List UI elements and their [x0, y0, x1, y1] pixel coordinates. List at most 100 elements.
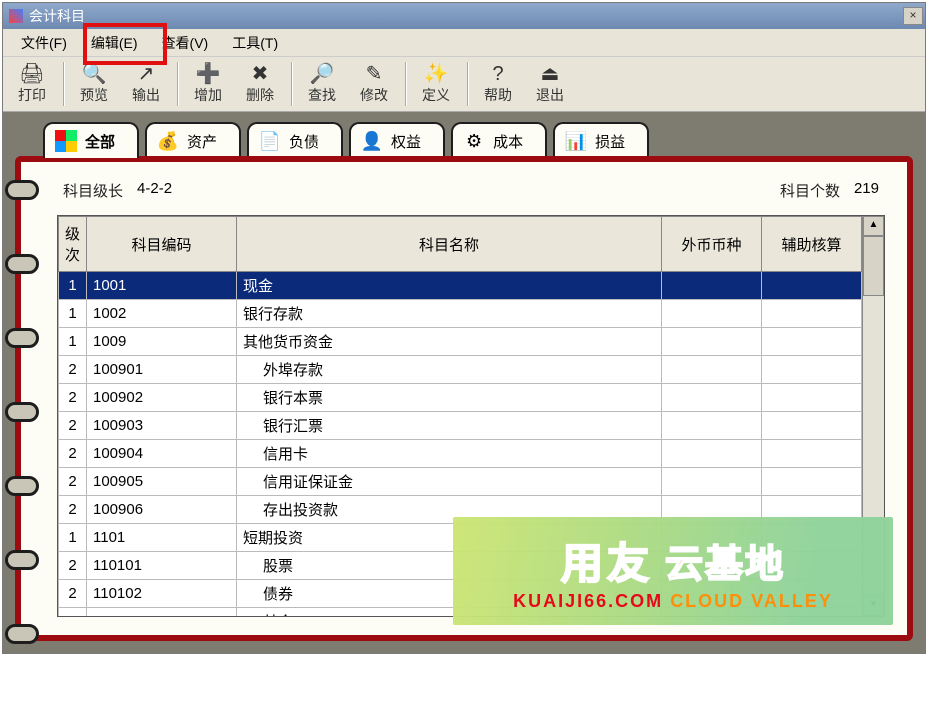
table-row[interactable]: 2100903银行汇票	[59, 412, 862, 440]
cell-code: 110103	[87, 608, 237, 617]
tab-asset[interactable]: 💰 资产	[145, 122, 241, 158]
cell-code: 1009	[87, 328, 237, 356]
add-label: 增加	[194, 85, 222, 105]
find-label: 查找	[308, 85, 336, 105]
table-row[interactable]: 2100901外埠存款	[59, 356, 862, 384]
count-value: 219	[854, 180, 879, 201]
tab-cost[interactable]: ⚙ 成本	[451, 122, 547, 158]
cell-code: 100901	[87, 356, 237, 384]
menu-view[interactable]: 查看(V)	[152, 31, 219, 55]
level-value: 4-2-2	[137, 180, 172, 201]
asset-icon: 💰	[157, 130, 179, 152]
info-row: 科目级长 4-2-2 科目个数 219	[57, 180, 885, 215]
tab-label: 权益	[391, 131, 421, 152]
cell-code: 1001	[87, 272, 237, 300]
col-currency[interactable]: 外币币种	[662, 217, 762, 272]
cell-level: 1	[59, 524, 87, 552]
binder-rings	[5, 180, 39, 644]
ring-icon	[5, 624, 39, 644]
table-row[interactable]: 11001现金	[59, 272, 862, 300]
cell-currency	[662, 468, 762, 496]
close-button[interactable]: ×	[903, 7, 923, 25]
cell-level: 1	[59, 272, 87, 300]
modify-button[interactable]: ✎修改	[349, 59, 399, 109]
scroll-up-button[interactable]: ▲	[863, 216, 884, 236]
tab-label: 负债	[289, 131, 319, 152]
content-area: 全部 💰 资产 📄 负债 👤 权益 ⚙ 成本 📊 损益	[3, 112, 925, 653]
tab-equity[interactable]: 👤 权益	[349, 122, 445, 158]
cell-name: 外埠存款	[237, 356, 662, 384]
tab-all[interactable]: 全部	[43, 122, 139, 158]
cell-currency	[662, 328, 762, 356]
cell-level: 2	[59, 608, 87, 617]
preview-label: 预览	[80, 85, 108, 105]
ring-icon	[5, 180, 39, 200]
cell-code: 100905	[87, 468, 237, 496]
table-row[interactable]: 2100902银行本票	[59, 384, 862, 412]
cell-code: 110102	[87, 580, 237, 608]
col-code[interactable]: 科目编码	[87, 217, 237, 272]
tab-label: 损益	[595, 131, 625, 152]
print-button[interactable]: 🖨打印	[7, 59, 57, 109]
cell-level: 1	[59, 300, 87, 328]
exit-button[interactable]: ⏏退出	[525, 59, 575, 109]
table-row[interactable]: 11009其他货币资金	[59, 328, 862, 356]
table-row[interactable]: 11002银行存款	[59, 300, 862, 328]
add-button[interactable]: ➕增加	[183, 59, 233, 109]
delete-label: 删除	[246, 85, 274, 105]
find-button[interactable]: 🔎查找	[297, 59, 347, 109]
menu-edit[interactable]: 编辑(E)	[81, 31, 148, 55]
table-row[interactable]: 2100904信用卡	[59, 440, 862, 468]
modify-label: 修改	[360, 85, 388, 105]
tab-label: 资产	[187, 131, 217, 152]
watermark-url: KUAIJI66.COM CLOUD VALLEY	[513, 591, 833, 612]
table-row[interactable]: 2100905信用证保证金	[59, 468, 862, 496]
define-label: 定义	[422, 85, 450, 105]
cell-currency	[662, 300, 762, 328]
scroll-thumb[interactable]	[863, 236, 884, 296]
cell-aux	[762, 468, 862, 496]
cell-aux	[762, 328, 862, 356]
cell-code: 100904	[87, 440, 237, 468]
toolbar-separator	[63, 62, 65, 106]
tab-pl[interactable]: 📊 损益	[553, 122, 649, 158]
help-button[interactable]: ?帮助	[473, 59, 523, 109]
ring-icon	[5, 476, 39, 496]
delete-button[interactable]: ✖删除	[235, 59, 285, 109]
watermark-brand: 用友	[561, 530, 653, 591]
cell-level: 2	[59, 356, 87, 384]
export-label: 输出	[132, 85, 160, 105]
col-level[interactable]: 级次	[59, 217, 87, 272]
preview-button[interactable]: 🔍预览	[69, 59, 119, 109]
cell-aux	[762, 356, 862, 384]
tab-all-icon	[55, 130, 77, 152]
cell-name: 银行本票	[237, 384, 662, 412]
table-header-row: 级次 科目编码 科目名称 外币币种 辅助核算	[59, 217, 862, 272]
window-title: 会计科目	[29, 6, 85, 26]
cell-level: 2	[59, 552, 87, 580]
cell-currency	[662, 440, 762, 468]
exit-icon: ⏏	[541, 63, 560, 85]
app-icon	[9, 9, 23, 23]
cell-name: 银行存款	[237, 300, 662, 328]
menu-tools[interactable]: 工具(T)	[222, 31, 288, 55]
watermark-url1: KUAIJI66.COM	[513, 591, 663, 611]
tab-label: 成本	[493, 131, 523, 152]
col-name[interactable]: 科目名称	[237, 217, 662, 272]
export-button[interactable]: ↗输出	[121, 59, 171, 109]
print-label: 打印	[18, 85, 46, 105]
tab-liability[interactable]: 📄 负债	[247, 122, 343, 158]
cell-level: 2	[59, 412, 87, 440]
watermark-url2: CLOUD VALLEY	[670, 591, 833, 611]
ring-icon	[5, 402, 39, 422]
col-aux[interactable]: 辅助核算	[762, 217, 862, 272]
menu-file[interactable]: 文件(F)	[11, 31, 77, 55]
watermark-yun: 云基地	[665, 533, 785, 588]
cell-name: 信用证保证金	[237, 468, 662, 496]
toolbar-separator	[467, 62, 469, 106]
help-icon: ?	[492, 63, 503, 85]
cell-aux	[762, 272, 862, 300]
find-icon: 🔎	[310, 63, 335, 85]
define-button[interactable]: ✨定义	[411, 59, 461, 109]
pl-icon: 📊	[565, 130, 587, 152]
